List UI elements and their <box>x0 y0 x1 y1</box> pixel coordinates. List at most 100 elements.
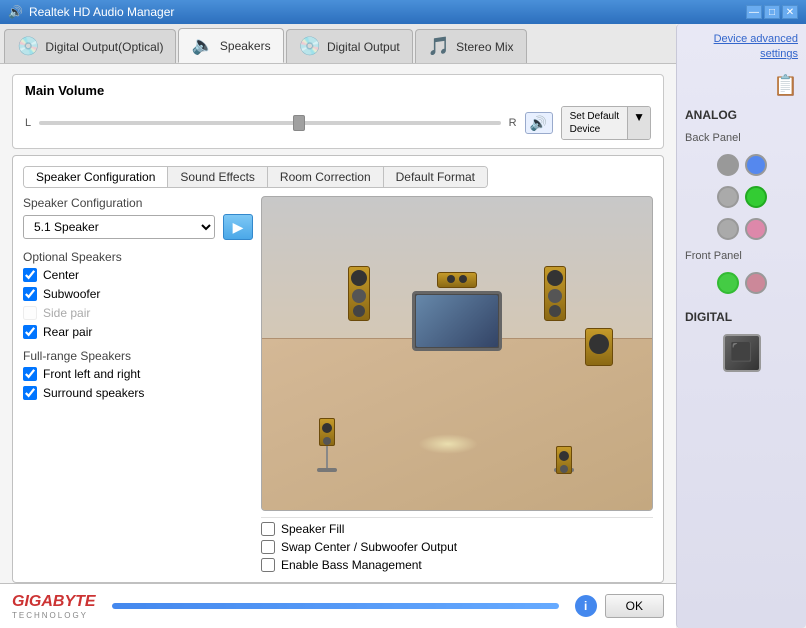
volume-title: Main Volume <box>25 83 651 98</box>
app-title: Realtek HD Audio Manager <box>29 5 174 19</box>
checkbox-rear-pair-input[interactable] <box>23 325 37 339</box>
bottom-options: Speaker Fill Swap Center / Subwoofer Out… <box>261 517 653 572</box>
connector-back-3[interactable] <box>717 186 739 208</box>
tv-screen <box>416 295 498 347</box>
checkbox-speaker-fill-input[interactable] <box>261 522 275 536</box>
checkbox-front-lr-input[interactable] <box>23 367 37 381</box>
sub-tab-room-correction[interactable]: Room Correction <box>268 167 384 187</box>
brand-logo: GIGABYTE <box>12 593 96 611</box>
full-range-title: Full-range Speakers <box>23 349 253 363</box>
checkbox-surround-input[interactable] <box>23 386 37 400</box>
checkbox-bass-management[interactable]: Enable Bass Management <box>261 558 653 572</box>
volume-thumb[interactable] <box>293 115 305 131</box>
connector-front-1[interactable] <box>717 272 739 294</box>
device-advanced-settings[interactable]: Device advanced settings <box>685 32 798 63</box>
brand-logo-group: GIGABYTE TECHNOLOGY <box>12 593 96 620</box>
notebook-icon: 📋 <box>685 73 798 98</box>
checkbox-center-input[interactable] <box>23 268 37 282</box>
left-controls: Speaker Configuration 5.1 Speaker Stereo… <box>23 196 253 572</box>
device-advanced-label: Device advanced settings <box>714 33 798 60</box>
tab-stereo-mix[interactable]: 🎵 Stereo Mix <box>415 29 527 63</box>
ok-button[interactable]: OK <box>605 594 664 618</box>
digital-icon[interactable]: ⬛ <box>723 334 761 372</box>
tab-speakers-icon: 🔈 <box>191 35 213 56</box>
minimize-button[interactable]: — <box>746 5 762 19</box>
checkbox-speaker-fill[interactable]: Speaker Fill <box>261 522 653 536</box>
optional-speakers-title: Optional Speakers <box>23 250 253 264</box>
volume-label-left: L <box>25 117 31 129</box>
main-panel: Speaker Configuration Sound Effects Room… <box>12 155 664 583</box>
volume-slider[interactable] <box>39 121 501 125</box>
checkbox-side-pair-label: Side pair <box>43 306 90 320</box>
connector-back-5[interactable] <box>717 218 739 240</box>
connector-back-6[interactable] <box>745 218 767 240</box>
close-button[interactable]: ✕ <box>782 5 798 19</box>
connector-back-1[interactable] <box>717 154 739 176</box>
checkbox-subwoofer[interactable]: Subwoofer <box>23 287 253 301</box>
speaker-dropdown[interactable]: 5.1 Speaker Stereo Quadraphonic 7.1 Spea… <box>23 215 215 239</box>
sub-tab-default-format[interactable]: Default Format <box>384 167 487 187</box>
checkbox-side-pair-input <box>23 306 37 320</box>
tab-digital-optical[interactable]: 💿 Digital Output(Optical) <box>4 29 176 63</box>
titlebar: 🔊 Realtek HD Audio Manager — □ ✕ <box>0 0 806 24</box>
bottom-bar: GIGABYTE TECHNOLOGY i OK <box>0 583 676 628</box>
checkbox-swap-center[interactable]: Swap Center / Subwoofer Output <box>261 540 653 554</box>
full-range-group: Front left and right Surround speakers <box>23 367 253 400</box>
back-panel-title: Back Panel <box>685 132 798 144</box>
checkbox-front-left-right[interactable]: Front left and right <box>23 367 253 381</box>
checkbox-surround-speakers[interactable]: Surround speakers <box>23 386 253 400</box>
app-icon: 🔊 <box>8 5 23 19</box>
tab-speakers[interactable]: 🔈 Speakers <box>178 28 283 63</box>
speaker-config-row: 5.1 Speaker Stereo Quadraphonic 7.1 Spea… <box>23 214 253 240</box>
checkbox-bass-mgmt-input[interactable] <box>261 558 275 572</box>
checkbox-speaker-fill-label: Speaker Fill <box>281 522 344 536</box>
volume-icon[interactable]: 🔊 <box>525 112 553 134</box>
connector-front-2[interactable] <box>745 272 767 294</box>
checkbox-swap-center-input[interactable] <box>261 540 275 554</box>
speaker-surround-right <box>556 446 572 474</box>
checkbox-bass-mgmt-label: Enable Bass Management <box>281 558 422 572</box>
tab-digital-optical-label: Digital Output(Optical) <box>45 40 163 54</box>
set-default-label: Set DefaultDevice <box>562 107 628 139</box>
tv-display <box>412 291 502 351</box>
checkbox-rear-pair[interactable]: Rear pair <box>23 325 253 339</box>
volume-section: Main Volume L R 🔊 Set DefaultDevice ▼ <box>12 74 664 149</box>
main-tab-bar: 💿 Digital Output(Optical) 🔈 Speakers 💿 D… <box>0 24 676 64</box>
speaker-surround-left-group <box>317 418 337 472</box>
play-button[interactable]: ▶ <box>223 214 253 240</box>
speaker-subwoofer <box>585 328 613 366</box>
set-default-button[interactable]: Set DefaultDevice ▼ <box>561 106 651 140</box>
speaker-front-left <box>348 266 370 321</box>
tab-digital-optical-icon: 💿 <box>17 36 39 57</box>
info-button[interactable]: i <box>575 595 597 617</box>
checkbox-side-pair[interactable]: Side pair <box>23 306 253 320</box>
analog-title: ANALOG <box>685 108 798 122</box>
main-container: 💿 Digital Output(Optical) 🔈 Speakers 💿 D… <box>0 24 806 628</box>
volume-label-right: R <box>509 117 517 129</box>
tab-speakers-label: Speakers <box>220 39 271 53</box>
tab-stereo-mix-label: Stereo Mix <box>456 40 513 54</box>
connector-back-4[interactable] <box>745 186 767 208</box>
right-panel: Device advanced settings 📋 ANALOG Back P… <box>676 24 806 628</box>
brand-sub: TECHNOLOGY <box>12 611 96 620</box>
sub-tab-speaker-config[interactable]: Speaker Configuration <box>24 167 168 187</box>
sub-tab-sound-effects[interactable]: Sound Effects <box>168 167 268 187</box>
front-panel-row1 <box>685 272 798 294</box>
speaker-config-label: Speaker Configuration <box>23 196 253 210</box>
checkbox-center[interactable]: Center <box>23 268 253 282</box>
speaker-diagram <box>261 196 653 511</box>
progress-bar <box>112 603 559 609</box>
checkbox-center-label: Center <box>43 268 79 282</box>
connector-back-2[interactable] <box>745 154 767 176</box>
tab-digital-output[interactable]: 💿 Digital Output <box>286 29 413 63</box>
digital-title: DIGITAL <box>685 310 798 324</box>
speaker-front-right <box>544 266 566 321</box>
speaker-surround-right-group <box>554 446 574 472</box>
checkbox-subwoofer-input[interactable] <box>23 287 37 301</box>
maximize-button[interactable]: □ <box>764 5 780 19</box>
back-panel-row2 <box>685 186 798 208</box>
speaker-config-section: Speaker Configuration 5.1 Speaker Stereo… <box>23 196 253 240</box>
set-default-arrow[interactable]: ▼ <box>628 107 650 139</box>
tab-digital-output-icon: 💿 <box>299 36 321 57</box>
titlebar-left: 🔊 Realtek HD Audio Manager <box>8 5 174 19</box>
